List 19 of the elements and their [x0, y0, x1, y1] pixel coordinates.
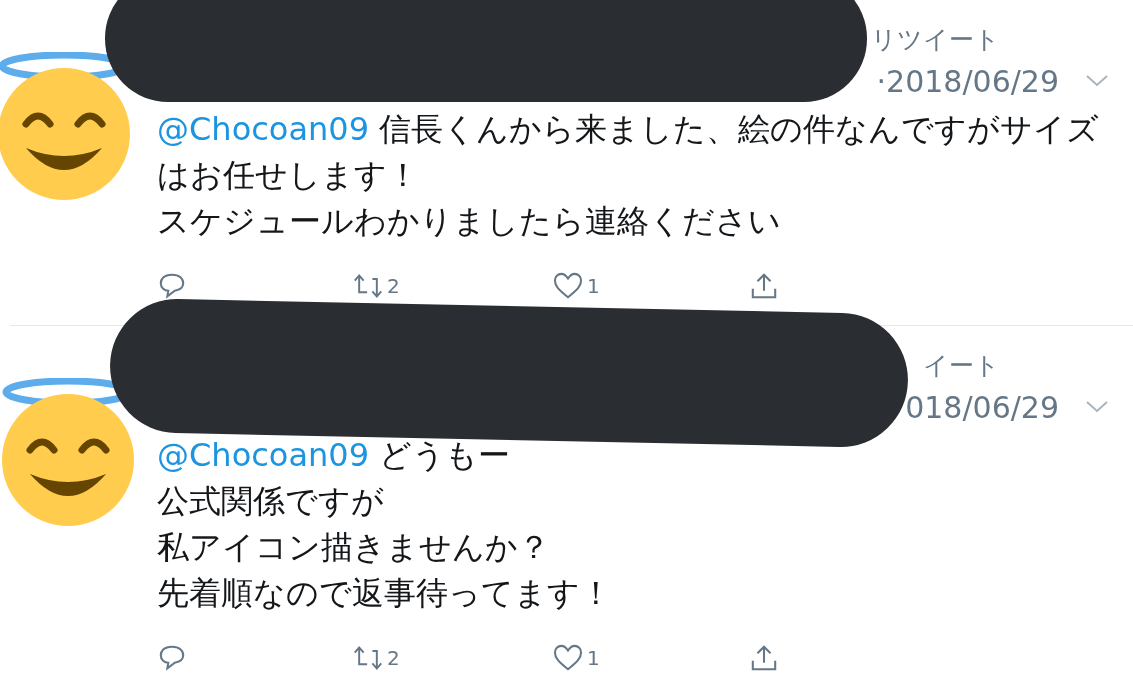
mention-link[interactable]: @Chocoan09	[157, 436, 369, 474]
retweet-label: リツイート	[871, 23, 1000, 56]
mention-link[interactable]: @Chocoan09	[157, 110, 369, 148]
like-count: 1	[587, 646, 600, 670]
retweet-label: イート	[923, 349, 1000, 382]
reply-icon[interactable]	[157, 644, 187, 672]
reply-icon[interactable]	[157, 272, 187, 300]
share-icon[interactable]	[749, 644, 779, 672]
tweet-date: 018/06/29	[905, 389, 1059, 425]
retweet-icon[interactable]	[353, 644, 383, 672]
heart-icon[interactable]	[553, 644, 583, 672]
share-icon[interactable]	[749, 272, 779, 300]
like-count: 1	[587, 274, 600, 298]
retweet-count: 2	[387, 646, 400, 670]
tweet-date: ·2018/06/29	[876, 63, 1059, 99]
retweet-count: 2	[387, 274, 400, 298]
heart-icon[interactable]	[553, 272, 583, 300]
retweet-icon[interactable]	[353, 272, 383, 300]
tweet-text: @Chocoan09 信長くんから来ました、絵の件なんですがサイズはお任せします！ スケジュールわかりましたら連絡ください	[157, 109, 1101, 242]
